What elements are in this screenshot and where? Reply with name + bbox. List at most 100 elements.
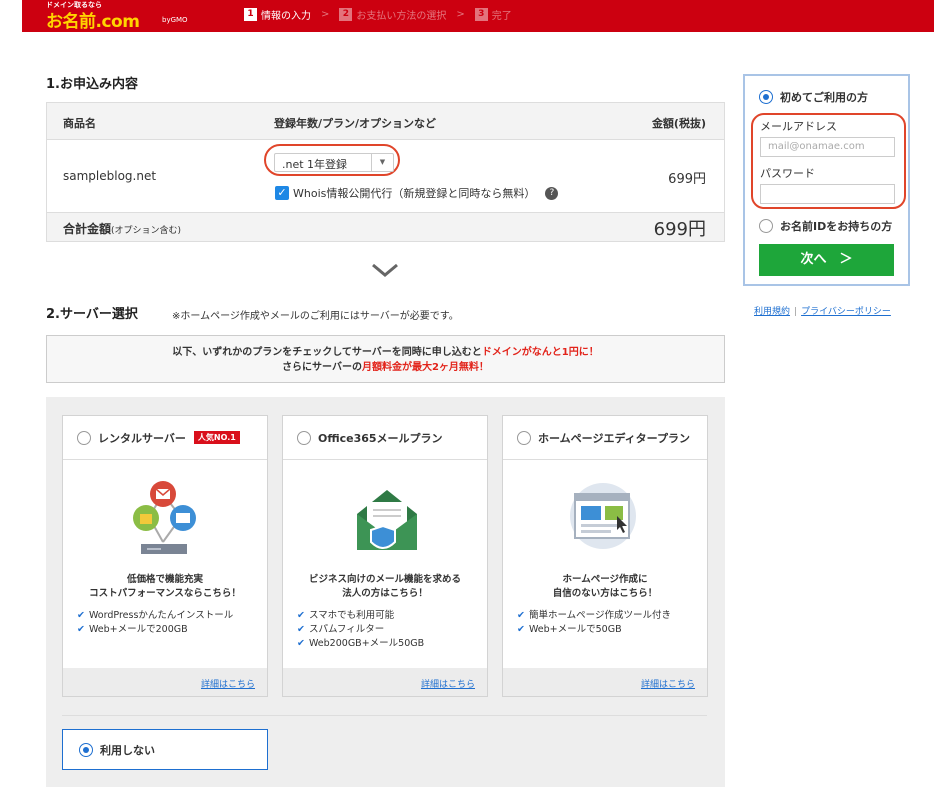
notice-line2-b: 月額料金が最大2ヶ月無料！ [361, 362, 489, 373]
plan-features: ✔ WordPressかんたんインストール ✔ Web+メールで200GB [77, 609, 233, 637]
radio-button-selected[interactable] [759, 90, 773, 104]
radio-button-selected[interactable] [79, 742, 93, 757]
footer-links: 利用規約 | プライバシーポリシー [754, 304, 891, 317]
step-separator: > [321, 9, 330, 20]
step-3-number: 3 [474, 8, 488, 21]
server-network-icon [133, 481, 196, 554]
step-3-label: 完了 [491, 11, 512, 22]
check-icon: ✔ [297, 624, 305, 635]
feature-item: ✔ 簡単ホームページ作成ツール付き [517, 609, 671, 623]
plan-header[interactable]: レンタルサーバー 人気NO.1 [63, 416, 267, 460]
order-table: 商品名 登録年数/プラン/オプションなど 金額(税抜) sampleblog.n… [46, 102, 725, 242]
plan-select[interactable]: .net 1年登録 ▼ [274, 153, 394, 172]
first-time-option[interactable]: 初めてご利用の方 [759, 89, 868, 105]
feature-item: ✔ スパムフィルター [297, 623, 424, 637]
next-button[interactable]: 次へ ＞ [759, 244, 894, 276]
progress-steps: 1 情報の入力 > 2 お支払い方法の選択 > 3 完了 [244, 7, 512, 22]
plan-title: レンタルサーバー [98, 431, 186, 445]
check-icon: ✔ [77, 624, 85, 635]
checkbox-checked-icon[interactable]: ✓ [275, 186, 289, 200]
plan-select-value: .net 1年登録 [282, 158, 348, 171]
col-price: 金額(税抜) [651, 117, 706, 130]
logo[interactable]: お名前.com [46, 7, 140, 32]
plan-features: ✔ スマホでも利用可能 ✔ スパムフィルター ✔ Web200GB+メール50GB [297, 609, 424, 651]
plan-header[interactable]: ホームページエディタープラン [503, 416, 707, 460]
plan-description: ビジネス向けのメール機能を求める 法人の方はこちら！ [283, 573, 487, 601]
step-2-number: 2 [339, 8, 353, 21]
plan-title: Office365メールプラン [318, 431, 443, 445]
privacy-link[interactable]: プライバシーポリシー [801, 307, 891, 317]
website-editor-icon [570, 483, 636, 549]
radio-button[interactable] [517, 430, 531, 445]
notice-line1-b: ドメインがなんと1円に！ [481, 347, 599, 358]
row-price: 699円 [668, 172, 706, 187]
plan-details-link[interactable]: 詳細はこちら [201, 680, 255, 690]
feature-text: 簡単ホームページ作成ツール付き [528, 610, 671, 621]
order-row: sampleblog.net .net 1年登録 ▼ ✓ Whois情報公開代行… [47, 140, 724, 213]
section1-title: 1.お申込み内容 [46, 77, 138, 92]
step-1: 1 情報の入力 [244, 7, 311, 22]
check-icon: ✔ [297, 638, 305, 649]
feature-item: ✔ Web+メールで50GB [517, 623, 671, 637]
feature-item: ✔ スマホでも利用可能 [297, 609, 424, 623]
step-3: 3 完了 [474, 7, 512, 22]
chevron-down-icon: ▼ [371, 154, 393, 171]
plan-card-office365[interactable]: Office365メールプラン ビジネス向けのメール機能を求める 法人の方はこち… [282, 415, 488, 697]
domain-name: sampleblog.net [63, 169, 157, 183]
logo-sub: byGMO [162, 16, 188, 24]
total-label-wrap: 合計金額(オプション含む) [63, 220, 181, 237]
order-table-header: 商品名 登録年数/プラン/オプションなど 金額(税抜) [47, 103, 724, 140]
plan-description: ホームページ作成に 自信のない方はこちら！ [503, 573, 707, 601]
top-header: ドメイン取るなら お名前.com byGMO 1 情報の入力 > 2 お支払い方… [22, 0, 934, 32]
total-note: (オプション含む) [111, 226, 182, 236]
feature-text: スマホでも利用可能 [308, 610, 395, 621]
have-id-label: お名前IDをお持ちの方 [780, 220, 893, 233]
col-product: 商品名 [63, 117, 96, 130]
help-icon[interactable]: ? [545, 186, 559, 200]
col-plan: 登録年数/プラン/オプションなど [274, 117, 437, 130]
whois-option[interactable]: ✓ Whois情報公開代行（新規登録と同時なら無料） ? [275, 185, 559, 201]
plan-desc-line2: 法人の方はこちら！ [342, 588, 428, 599]
plan-footer: 詳細はこちら [503, 668, 707, 696]
plan-card-rental-server[interactable]: レンタルサーバー 人気NO.1 低価格で機能充実 コストパフォーマンスならこちら… [62, 415, 268, 697]
email-label: メールアドレス [760, 120, 837, 133]
total-label: 合計金額 [63, 222, 112, 236]
check-icon: ✔ [517, 624, 525, 635]
feature-text: スパムフィルター [308, 624, 385, 635]
existing-id-option[interactable]: お名前IDをお持ちの方 [759, 218, 892, 234]
password-label: パスワード [760, 167, 815, 180]
campaign-notice: 以下、いずれかのプランをチェックしてサーバーを同時に申し込むとドメインがなんと1… [46, 335, 725, 383]
mail-shield-icon [357, 490, 417, 550]
section2-title: 2.サーバー選択 [46, 307, 138, 322]
plan-desc-line2: コストパフォーマンスならこちら！ [89, 588, 241, 599]
notice-line2-a: さらにサーバーの [282, 362, 362, 373]
step-2: 2 お支払い方法の選択 [339, 7, 446, 22]
check-icon: ✔ [297, 610, 305, 621]
check-icon: ✔ [517, 610, 525, 621]
radio-button[interactable] [759, 219, 773, 233]
feature-item: ✔ Web200GB+メール50GB [297, 637, 424, 651]
plan-desc-line1: ホームページ作成に [562, 574, 648, 585]
total-row: 合計金額(オプション含む) 699円 [47, 213, 724, 241]
step-separator: > [456, 9, 465, 20]
email-field[interactable]: mail@onamae.com [760, 137, 895, 157]
plan-card-homepage-editor[interactable]: ホームページエディタープラン ホームページ作成に 自信のない方はこちら！ ✔ 簡単… [502, 415, 708, 697]
no-server-option[interactable]: 利用しない [62, 729, 268, 770]
plan-header[interactable]: Office365メールプラン [283, 416, 487, 460]
login-panel: 初めてご利用の方 メールアドレス mail@onamae.com パスワード お… [743, 74, 910, 286]
radio-button[interactable] [297, 430, 311, 445]
plan-footer: 詳細はこちら [63, 668, 267, 696]
step-2-label: お支払い方法の選択 [356, 11, 447, 22]
feature-text: Web200GB+メール50GB [308, 638, 425, 649]
feature-text: Web+メールで200GB [88, 624, 188, 635]
plan-details-link[interactable]: 詳細はこちら [641, 680, 695, 690]
radio-button[interactable] [77, 430, 91, 445]
plan-details-link[interactable]: 詳細はこちら [421, 680, 475, 690]
no-use-label: 利用しない [100, 743, 155, 757]
step-1-label: 情報の入力 [261, 11, 311, 22]
server-plans: レンタルサーバー 人気NO.1 低価格で機能充実 コストパフォーマンスならこちら… [46, 397, 725, 787]
password-field[interactable] [760, 184, 895, 204]
feature-text: Web+メールで50GB [528, 624, 622, 635]
plan-features: ✔ 簡単ホームページ作成ツール付き ✔ Web+メールで50GB [517, 609, 671, 637]
terms-link[interactable]: 利用規約 [754, 307, 790, 317]
